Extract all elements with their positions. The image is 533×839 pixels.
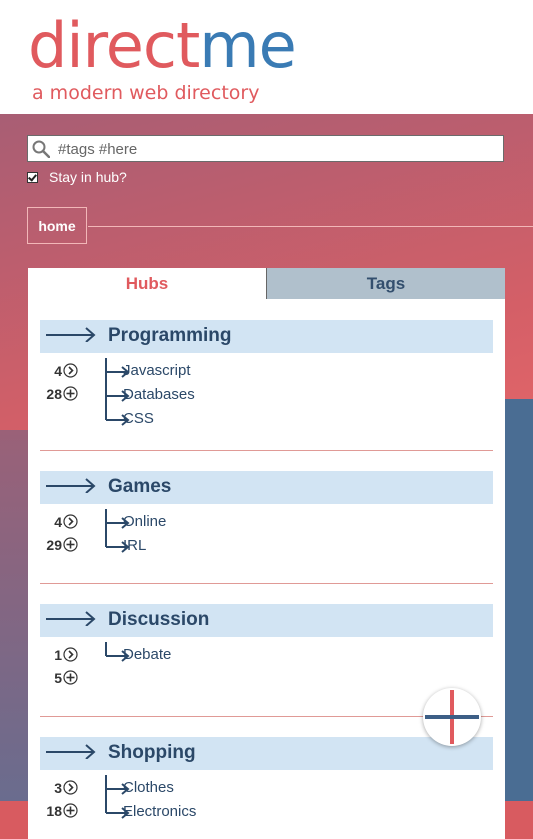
- plus-circle-icon[interactable]: [63, 803, 78, 818]
- hub-title: Shopping: [108, 742, 196, 763]
- search-box[interactable]: [27, 135, 504, 162]
- tab-hubs[interactable]: Hubs: [28, 268, 266, 299]
- background-bottom-left: [0, 801, 28, 839]
- subhub-link[interactable]: Online: [123, 513, 166, 530]
- arrow-right-icon: [46, 744, 96, 759]
- hub-divider: [40, 583, 493, 584]
- subhub-link[interactable]: Clothes: [123, 779, 174, 796]
- hub-divider: [40, 450, 493, 451]
- hub-title: Programming: [108, 325, 232, 346]
- hubs-panel: Hubs Tags Programming 4 28 Javascript Da…: [28, 268, 505, 839]
- subhub-link[interactable]: CSS: [123, 410, 154, 427]
- subhub-link[interactable]: IRL: [123, 537, 146, 554]
- plus-icon: [425, 690, 479, 744]
- breadcrumb-line: [88, 226, 533, 227]
- arrow-right-icon: [46, 327, 96, 342]
- stay-in-hub-checkbox[interactable]: [27, 171, 38, 183]
- hub-header[interactable]: Games: [40, 471, 493, 504]
- plus-circle-icon[interactable]: [63, 537, 78, 552]
- tab-tags[interactable]: Tags: [266, 268, 505, 299]
- background-bottom-right: [505, 801, 533, 839]
- header: directme a modern web directory: [0, 0, 533, 114]
- chevron-circle-icon[interactable]: [63, 780, 78, 795]
- hub-header[interactable]: Discussion: [40, 604, 493, 637]
- background-accent-left: [0, 430, 28, 801]
- subhub-link[interactable]: Debate: [123, 646, 171, 663]
- chevron-circle-icon[interactable]: [63, 514, 78, 529]
- logo-part1: direct: [28, 9, 200, 82]
- plus-circle-icon[interactable]: [63, 670, 78, 685]
- hub-title: Games: [108, 476, 172, 497]
- breadcrumb-home[interactable]: home: [27, 207, 87, 244]
- arrow-right-icon: [46, 478, 96, 493]
- subhub-link[interactable]: Electronics: [123, 803, 196, 820]
- plus-circle-icon[interactable]: [63, 386, 78, 401]
- add-button[interactable]: [423, 688, 481, 746]
- subhub-link[interactable]: Databases: [123, 386, 195, 403]
- chevron-circle-icon[interactable]: [63, 647, 78, 662]
- hub-title: Discussion: [108, 609, 210, 630]
- hub-header[interactable]: Programming: [40, 320, 493, 353]
- search-icon: [32, 140, 50, 158]
- subhub-link[interactable]: Javascript: [123, 362, 191, 379]
- chevron-circle-icon[interactable]: [63, 363, 78, 378]
- logo[interactable]: directme: [28, 9, 297, 82]
- arrow-right-icon: [46, 611, 96, 626]
- tagline: a modern web directory: [32, 82, 260, 104]
- logo-part2: me: [199, 9, 297, 82]
- stay-in-hub[interactable]: Stay in hub?: [27, 169, 127, 185]
- stay-in-hub-label: Stay in hub?: [49, 169, 127, 185]
- search-input[interactable]: [58, 139, 488, 159]
